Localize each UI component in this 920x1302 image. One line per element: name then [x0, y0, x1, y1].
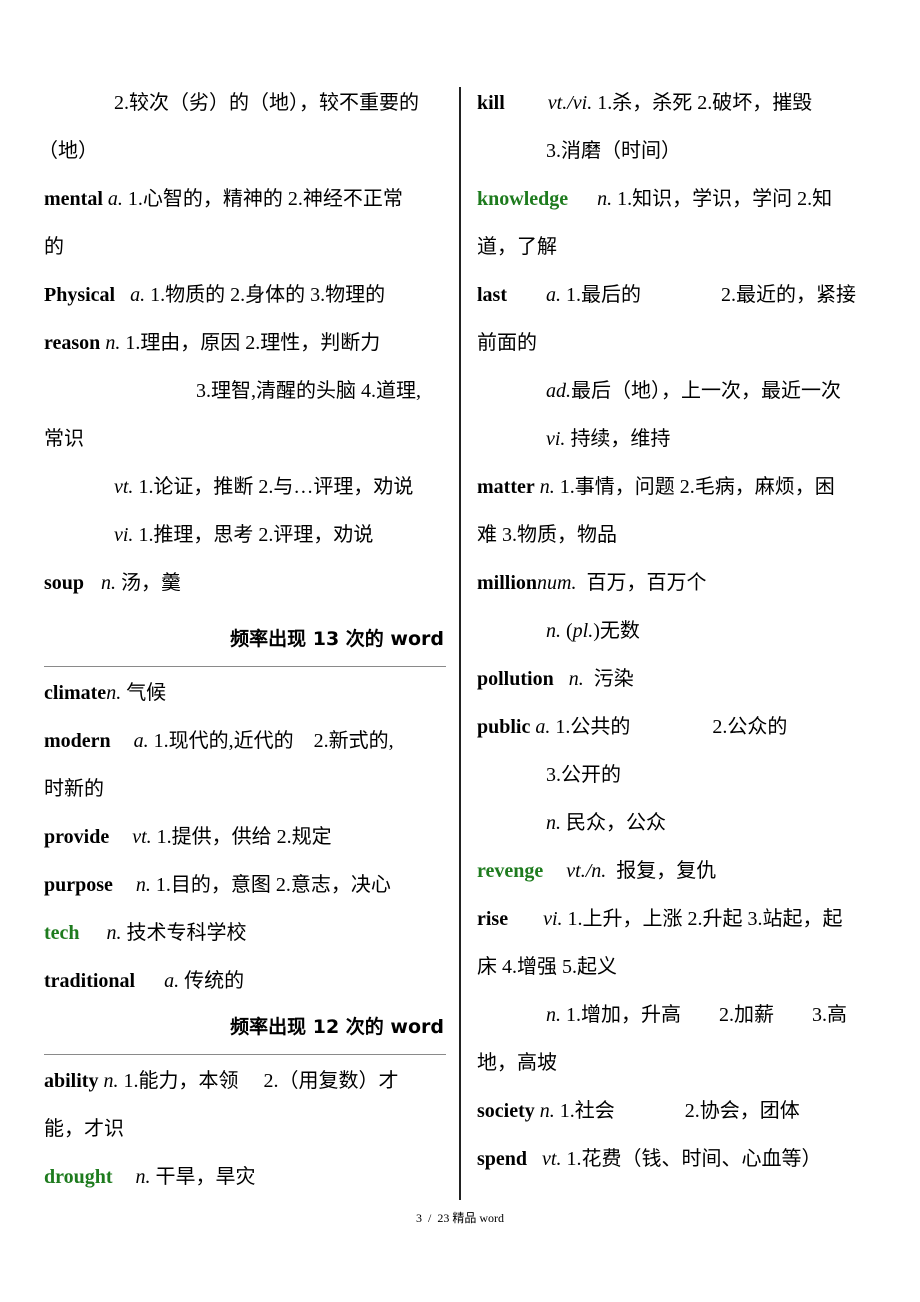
headword: Physical	[44, 284, 116, 306]
part-of-speech: n.	[135, 874, 151, 896]
headword: kill	[477, 92, 505, 114]
headword: revenge	[477, 860, 544, 882]
part-of-speech: vi.	[543, 908, 563, 930]
entry-ability: ability n. 1.能力，本领 2.（用复数）才	[44, 1070, 399, 1092]
headword: climate	[44, 682, 107, 704]
entry-spend: spend vt. 1.花费（钱、时间、心血等）	[477, 1148, 822, 1170]
headword: matter	[477, 476, 535, 498]
definition-line: 床 4.增强 5.起义	[477, 956, 617, 978]
definition-line: ad.最后（地），上一次，最近一次	[546, 380, 841, 402]
entry-knowledge: knowledge n. 1.知识，学识，学问 2.知	[477, 188, 833, 210]
definition-line: n. 民众，公众	[546, 812, 666, 834]
headword: knowledge	[477, 188, 569, 210]
entry-climate: climaten. 气候	[44, 682, 167, 704]
definition-line: 的	[44, 236, 64, 258]
column-divider	[459, 87, 461, 1200]
section-rule	[44, 666, 446, 667]
part-of-speech: n.	[539, 476, 555, 498]
part-of-speech: vt./vi.	[547, 92, 593, 114]
part-of-speech: n.	[135, 1166, 151, 1188]
part-of-speech: a.	[535, 716, 551, 738]
entry-pollution: pollution n. 污染	[477, 668, 634, 690]
part-of-speech: n.	[106, 682, 122, 704]
entry-physical: Physical a. 1.物质的 2.身体的 3.物理的	[44, 284, 386, 306]
part-of-speech: a.	[546, 284, 561, 306]
part-of-speech: a.	[107, 188, 123, 210]
entry-rise: rise vi. 1.上升，上涨 2.升起 3.站起，起	[477, 908, 843, 930]
page-footer: 3 / 23 精品 word	[416, 1211, 504, 1225]
definition-line: vi. 1.推理，思考 2.评理，劝说	[114, 524, 374, 546]
headword: traditional	[44, 970, 136, 992]
part-of-speech: n.	[539, 1100, 555, 1122]
part-of-speech: n.	[101, 572, 117, 594]
definition-line: 前面的	[477, 332, 537, 354]
part-of-speech: a.	[164, 970, 180, 992]
part-of-speech: a.	[133, 730, 149, 752]
entry-kill: kill vt./vi. 1.杀，杀死 2.破坏，摧毁	[477, 92, 813, 114]
entry-reason: reason n. 1.理由，原因 2.理性，判断力	[44, 332, 381, 354]
headword: mental	[44, 188, 103, 210]
headword: purpose	[44, 874, 113, 896]
entry-last: last a. 1.最后的 2.最近的，紧接	[477, 284, 856, 306]
headword: pollution	[477, 668, 554, 690]
headword: rise	[477, 908, 509, 930]
part-of-speech: n.	[105, 332, 121, 354]
entry-modern: modern a. 1.现代的,近代的 2.新式的,	[44, 730, 394, 752]
headword: tech	[44, 922, 80, 944]
part-of-speech: vt.	[542, 1148, 562, 1170]
part-of-speech: num.	[537, 572, 577, 594]
definition-line: 能，才识	[44, 1118, 124, 1140]
section-rule	[44, 1054, 446, 1055]
definition-line: 3.公开的	[546, 764, 621, 786]
section-heading-13: 频率出现 13 次的 word	[230, 628, 444, 650]
definition-line: 2.较次（劣）的（地），较不重要的	[114, 92, 419, 114]
entry-provide: provide vt. 1.提供，供给 2.规定	[44, 826, 332, 848]
entry-purpose: purpose n. 1.目的，意图 2.意志，决心	[44, 874, 391, 896]
part-of-speech: n.	[597, 188, 613, 210]
definition-line: 常识	[44, 428, 84, 450]
headword: reason	[44, 332, 101, 354]
part-of-speech: vt.	[132, 826, 152, 848]
headword: modern	[44, 730, 111, 752]
definition-line: 地，高坡	[477, 1052, 557, 1074]
definition-line: vi. 持续，维持	[546, 428, 671, 450]
headword: spend	[477, 1148, 528, 1170]
part-of-speech: n.	[103, 1070, 119, 1092]
entry-million: millionnum. 百万，百万个	[477, 572, 707, 594]
entry-public: public a. 1.公共的 2.公众的	[477, 716, 788, 738]
definition-line: vt. 1.论证，推断 2.与…评理，劝说	[114, 476, 414, 498]
headword: million	[477, 572, 538, 594]
headword: soup	[44, 572, 85, 594]
definition-line: （地）	[38, 140, 98, 162]
entry-revenge: revenge vt./n. 报复，复仇	[477, 860, 717, 882]
headword: provide	[44, 826, 110, 848]
part-of-speech: n.	[106, 922, 122, 944]
entry-tech: tech n. 技术专科学校	[44, 922, 247, 944]
headword: drought	[44, 1166, 113, 1188]
part-of-speech: vt./n.	[566, 860, 607, 882]
entry-soup: soup n. 汤，羹	[44, 572, 182, 594]
definition-line: 时新的	[44, 778, 104, 800]
definition-line: 道，了解	[477, 236, 557, 258]
definition-line: n. (pl.)无数	[546, 620, 640, 642]
section-heading-12: 频率出现 12 次的 word	[230, 1016, 444, 1038]
entry-drought: drought n. 干旱，旱灾	[44, 1166, 256, 1188]
definition-line: 3.理智,清醒的头脑 4.道理,	[196, 380, 421, 402]
headword: ability	[44, 1070, 99, 1092]
entry-mental: mental a. 1.心智的，精神的 2.神经不正常	[44, 188, 403, 210]
headword: society	[477, 1100, 535, 1122]
definition-line: 难 3.物质，物品	[477, 524, 617, 546]
headword: public	[477, 716, 531, 738]
part-of-speech: n.	[568, 668, 584, 690]
headword: last	[477, 284, 507, 306]
part-of-speech: a.	[130, 284, 146, 306]
definition-line: n. 1.增加，升高 2.加薪 3.高	[546, 1004, 847, 1026]
entry-matter: matter n. 1.事情，问题 2.毛病，麻烦，困	[477, 476, 835, 498]
entry-traditional: traditional a. 传统的	[44, 970, 245, 992]
entry-society: society n. 1.社会 2.协会，团体	[477, 1100, 800, 1122]
definition-line: 3.消磨（时间）	[546, 140, 681, 162]
